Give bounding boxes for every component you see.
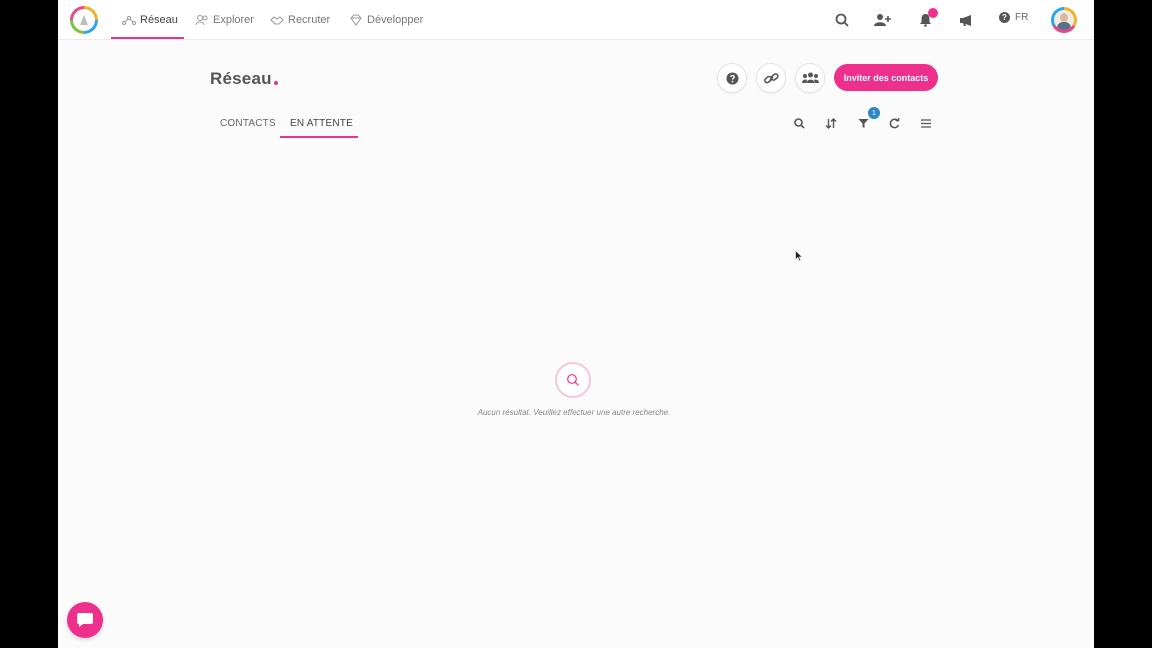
globe-icon: ?: [999, 12, 1010, 23]
diamond-icon: [350, 14, 362, 26]
share-link-button[interactable]: [756, 63, 786, 93]
empty-search-icon: [555, 362, 591, 398]
empty-state-message: Aucun résultat. Veuillez effectuer une a…: [477, 408, 671, 417]
nav-tab-recruter[interactable]: Recruter: [270, 0, 330, 40]
nav-tab-reseau[interactable]: Réseau: [122, 0, 178, 40]
handshake-icon: [270, 16, 284, 25]
help-button[interactable]: [717, 63, 747, 93]
tab-contacts[interactable]: CONTACTS: [220, 118, 276, 129]
active-nav-indicator: [111, 37, 184, 39]
logo-icon: [80, 15, 88, 25]
app-window: Réseau Explorer Recruter Développer ? FR…: [58, 0, 1094, 648]
nav-tab-label: Réseau: [140, 14, 178, 26]
mouse-cursor-icon: [795, 250, 803, 262]
language-label: FR: [1015, 12, 1029, 23]
chat-icon: [77, 613, 93, 627]
tab-en-attente[interactable]: EN ATTENTE: [290, 118, 353, 129]
nav-tab-label: Développer: [367, 14, 424, 26]
refresh-icon[interactable]: [887, 116, 901, 130]
filter-icon[interactable]: [856, 116, 870, 130]
link-icon: [763, 72, 779, 83]
notification-badge: [928, 8, 938, 18]
sort-icon[interactable]: [824, 116, 838, 130]
help-icon: [726, 72, 738, 84]
user-avatar[interactable]: [1051, 7, 1077, 33]
top-navbar: Réseau Explorer Recruter Développer ? FR: [58, 0, 1094, 40]
nav-tab-developper[interactable]: Développer: [349, 0, 423, 40]
nav-tab-label: Recruter: [288, 14, 331, 26]
active-tab-indicator: [280, 136, 358, 138]
page-title: Réseau: [210, 69, 272, 88]
groups-button[interactable]: [795, 63, 825, 93]
group-icon: [801, 72, 819, 83]
chat-button[interactable]: [67, 602, 103, 638]
nav-tab-label: Explorer: [213, 14, 254, 26]
people-icon: [195, 15, 208, 26]
app-logo[interactable]: [70, 6, 98, 34]
list-search-icon[interactable]: [792, 116, 806, 130]
search-icon[interactable]: [832, 10, 852, 30]
nav-tab-explorer[interactable]: Explorer: [195, 0, 254, 40]
language-selector[interactable]: ? FR: [999, 12, 1028, 23]
filter-count-badge: 1: [868, 107, 880, 119]
title-accent-dot: [274, 81, 278, 85]
megaphone-icon[interactable]: [956, 10, 976, 30]
add-user-icon[interactable]: [873, 10, 893, 30]
menu-icon[interactable]: [919, 116, 933, 130]
invite-contacts-button[interactable]: Inviter des contacts: [834, 64, 938, 91]
network-icon: [122, 16, 136, 25]
